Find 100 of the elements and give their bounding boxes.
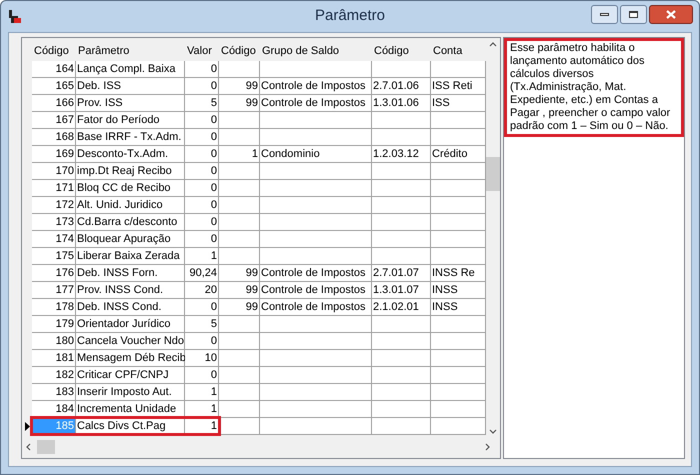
table-cell (372, 129, 431, 146)
table-cell: 99 (219, 299, 260, 316)
column-header[interactable]: Código (374, 42, 409, 60)
scrollbar-thumb[interactable] (37, 440, 55, 454)
table-cell: 167 (32, 112, 76, 129)
table-cell (431, 350, 486, 367)
close-icon (666, 10, 676, 19)
table-cell: Orientador Jurídico (76, 316, 185, 333)
table-cell (372, 214, 431, 231)
table-cell: 166 (32, 95, 76, 112)
table-cell: Controle de Impostos (260, 95, 372, 112)
table-cell (372, 61, 431, 78)
table-cell: 1.3.01.07 (372, 282, 431, 299)
table-cell: 0 (185, 299, 219, 316)
table-cell (219, 180, 260, 197)
column-header[interactable]: Código (221, 42, 256, 60)
table-cell: ISS Reti (431, 78, 486, 95)
table-cell: 0 (185, 367, 219, 384)
table-cell (219, 61, 260, 78)
close-button[interactable] (649, 5, 693, 24)
table-cell (219, 197, 260, 214)
table-cell: 178 (32, 299, 76, 316)
table-cell: 20 (185, 282, 219, 299)
table-cell (372, 401, 431, 418)
description-text: Esse parâmetro habilita o lançamento automático dos cálculos diversos (Tx.Administração, Mat. Expediente, etc.) em Contas a Pagar , preencher o campo valor padrão com 1 – Sim ou 0 – Não. (504, 38, 684, 137)
table-cell: Fator do Período (76, 112, 185, 129)
table-cell (372, 333, 431, 350)
column-header[interactable]: Conta (433, 42, 462, 60)
table-cell: 1 (219, 146, 260, 163)
table-cell: 181 (32, 350, 76, 367)
table-cell: 0 (185, 112, 219, 129)
table-cell: Base IRRF - Tx.Adm. (76, 129, 185, 146)
maximize-button[interactable] (620, 5, 647, 24)
table-cell: INSS Re (431, 265, 486, 282)
scroll-left-icon[interactable] (26, 443, 31, 451)
table-cell: 179 (32, 316, 76, 333)
table-cell (431, 61, 486, 78)
table-cell (372, 384, 431, 401)
column-header[interactable]: Parâmetro (78, 42, 130, 60)
table-cell (219, 418, 260, 435)
table-cell: 170 (32, 163, 76, 180)
table-cell (219, 367, 260, 384)
table-cell (372, 367, 431, 384)
table-cell: 0 (185, 231, 219, 248)
table-cell: 0 (185, 61, 219, 78)
table-cell: 2.7.01.07 (372, 265, 431, 282)
table-cell: Cd.Barra c/desconto (76, 214, 185, 231)
table-cell: 174 (32, 231, 76, 248)
table-cell: 99 (219, 95, 260, 112)
table-cell (431, 401, 486, 418)
table-cell: 0 (185, 129, 219, 146)
table-cell (431, 214, 486, 231)
table-cell: 173 (32, 214, 76, 231)
table-cell: 0 (185, 333, 219, 350)
table-cell: Alt. Unid. Juridico (76, 197, 185, 214)
table-cell: 5 (185, 95, 219, 112)
table-cell: 2.1.02.01 (372, 299, 431, 316)
table-cell: Mensagem Déb Recib (76, 350, 185, 367)
table-cell (372, 231, 431, 248)
table-cell: 2.7.01.06 (372, 78, 431, 95)
table-cell: 1.3.01.06 (372, 95, 431, 112)
table-cell (372, 163, 431, 180)
table-cell (431, 418, 486, 435)
table-cell: 183 (32, 384, 76, 401)
table-cell (431, 248, 486, 265)
scroll-right-icon[interactable] (485, 443, 490, 451)
table-cell (431, 129, 486, 146)
table-cell (372, 248, 431, 265)
table-cell (431, 163, 486, 180)
table-cell: INSS (431, 299, 486, 316)
table-cell (219, 214, 260, 231)
table-cell: 1 (185, 384, 219, 401)
table-cell: Controle de Impostos (260, 299, 372, 316)
table-cell: 169 (32, 146, 76, 163)
table-cell (219, 163, 260, 180)
table-cell: 0 (185, 197, 219, 214)
minimize-button[interactable] (591, 5, 618, 24)
table-cell: 0 (185, 78, 219, 95)
scroll-up-icon[interactable] (489, 42, 497, 47)
table-cell (372, 197, 431, 214)
table-cell (372, 180, 431, 197)
table-cell (219, 112, 260, 129)
scroll-down-icon[interactable] (489, 429, 497, 434)
table-cell: Deb. INSS Forn. (76, 265, 185, 282)
app-icon (7, 8, 23, 24)
table-cell: Criticar CPF/CNPJ (76, 367, 185, 384)
column-header[interactable]: Grupo de Saldo (262, 42, 340, 60)
table-cell (431, 231, 486, 248)
table-cell: 164 (32, 61, 76, 78)
table-cell: 172 (32, 197, 76, 214)
table-cell (431, 316, 486, 333)
table-cell: Prov. INSS Cond. (76, 282, 185, 299)
table-cell: Cancela Voucher Ndo (76, 333, 185, 350)
table-cell (219, 316, 260, 333)
table-cell: Deb. ISS (76, 78, 185, 95)
column-header[interactable]: Código (34, 42, 69, 60)
table-cell: imp.Dt Reaj Recibo (76, 163, 185, 180)
table-cell: 176 (32, 265, 76, 282)
column-header[interactable]: Valor (187, 42, 212, 60)
scrollbar-thumb[interactable] (486, 157, 500, 191)
